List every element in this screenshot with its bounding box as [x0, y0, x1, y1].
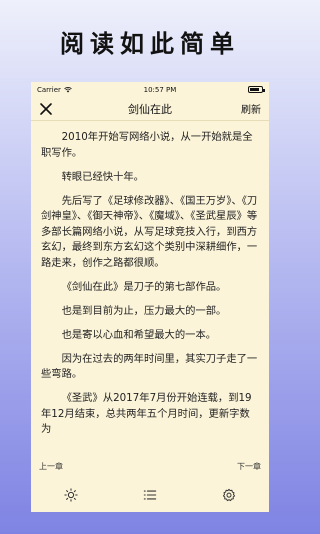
book-title: 剑仙在此 [128, 102, 172, 116]
close-icon[interactable] [39, 102, 53, 116]
paragraph: 《剑仙在此》是刀子的第七部作品。 [61, 280, 227, 293]
wifi-icon [64, 86, 72, 92]
paragraph: 因为在过去的两年时间里，其实刀子走了一些弯路。 [41, 352, 258, 381]
status-bar: Carrier 10:57 PM [31, 82, 269, 97]
paragraph: 《圣武》从2017年7月份开始连载，到19年12月结束，总共两年五个月时间，更新… [41, 392, 252, 435]
next-chapter-button[interactable]: 下一章 [237, 461, 261, 472]
prev-chapter-button[interactable]: 上一章 [39, 461, 63, 472]
nav-bar: 剑仙在此 刷新 [31, 97, 269, 121]
battery-fill [250, 88, 260, 91]
refresh-button[interactable]: 刷新 [241, 101, 261, 116]
promo-title: 阅读如此简单 [60, 28, 240, 58]
paragraph: 转眼已经快十年。 [61, 170, 144, 183]
carrier-label: Carrier [37, 85, 61, 94]
brightness-icon[interactable] [64, 488, 78, 502]
reader-screen: Carrier 10:57 PM 剑仙在此 刷新 2010年开始写网络小说，从一… [31, 82, 269, 512]
battery-icon [248, 86, 265, 93]
chapter-content[interactable]: 2010年开始写网络小说，从一开始就是全职写作。 转眼已经快十年。 先后写了《足… [31, 121, 269, 445]
chapter-navigation: 上一章 下一章 [31, 454, 269, 478]
paragraph: 2010年开始写网络小说，从一开始就是全职写作。 [41, 131, 253, 159]
status-time: 10:57 PM [143, 85, 177, 94]
paragraph: 先后写了《足球修改器》、《国王万岁》、《刀剑神皇》、《御天神帝》、《魔域》、《圣… [41, 194, 258, 269]
settings-icon[interactable] [222, 488, 236, 502]
promo-banner: 阅读如此简单 [0, 0, 300, 82]
paragraph: 也是到目前为止，压力最大的一部。 [61, 304, 227, 317]
paragraph: 也是寄以心血和希望最大的一本。 [61, 328, 217, 341]
bottom-toolbar [31, 478, 269, 512]
chapter-list-icon[interactable] [143, 488, 157, 502]
